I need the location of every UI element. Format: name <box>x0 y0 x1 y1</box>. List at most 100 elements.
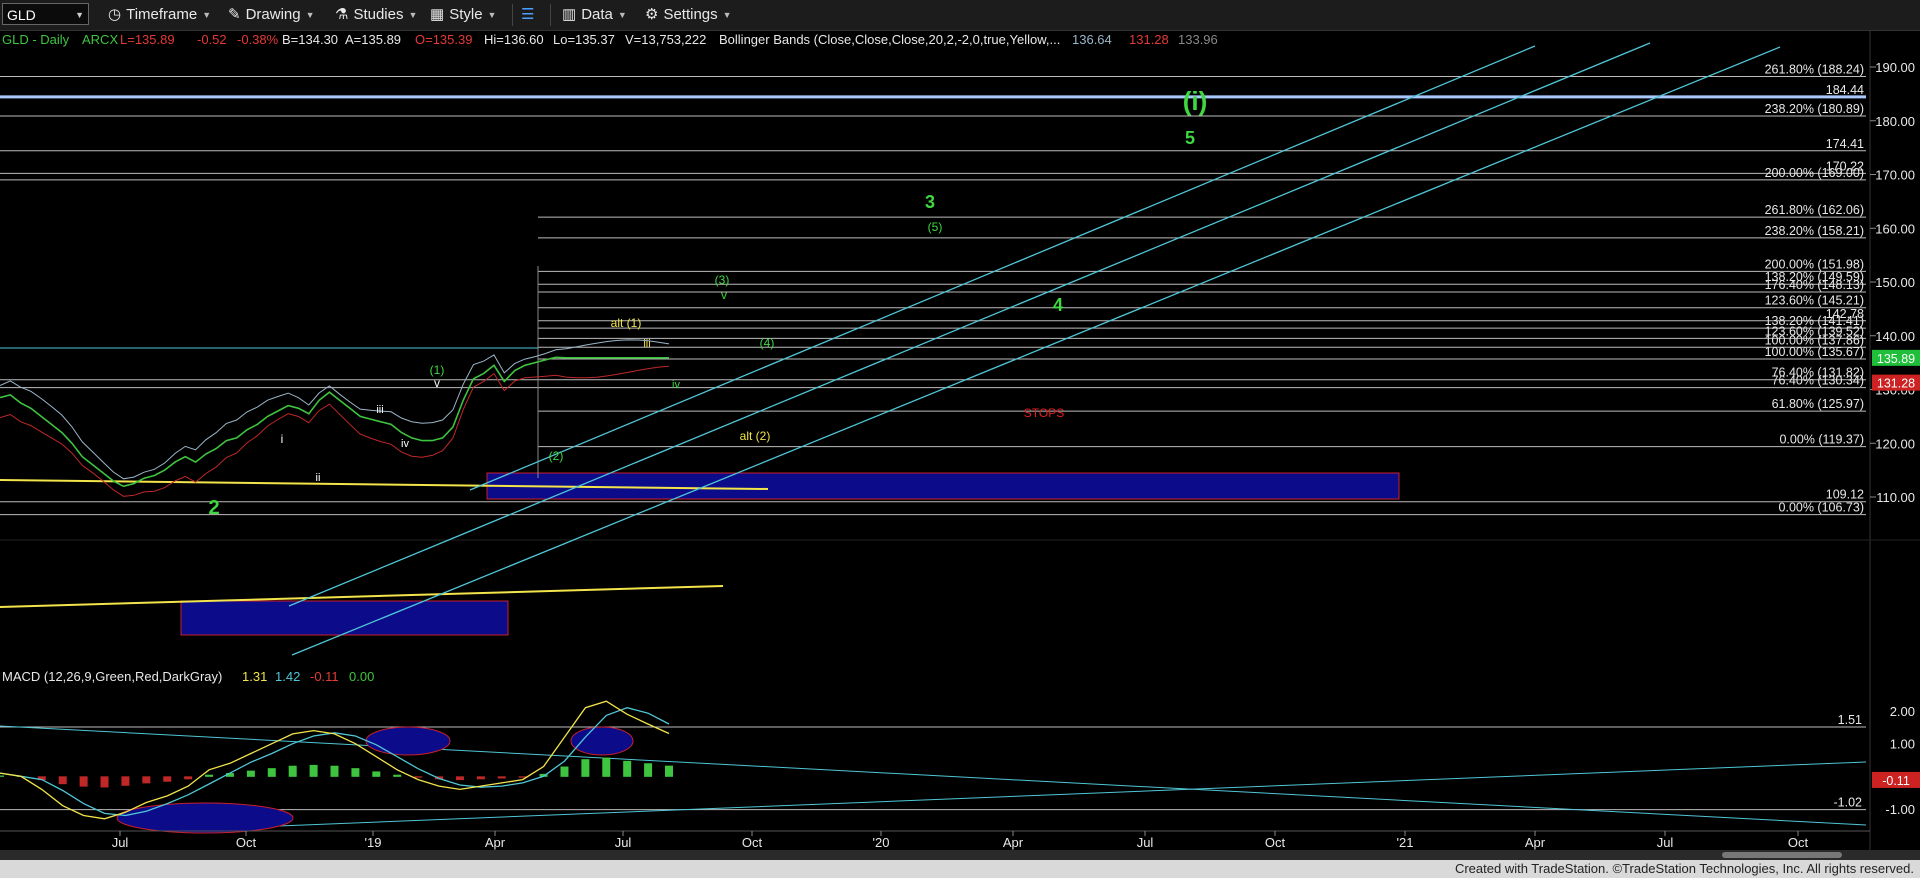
layout-icon: ☰ <box>521 6 535 23</box>
macd-histogram-bar <box>142 776 151 784</box>
macd-histogram-bar <box>351 768 360 777</box>
y-tick-label: 150.00 <box>1875 275 1915 290</box>
flask-icon: ⚗ <box>335 6 349 23</box>
macd-histogram-bar <box>372 771 381 777</box>
macd-histogram-bar <box>309 764 318 777</box>
macd-histogram-bar <box>205 774 214 777</box>
macd-header: MACD (12,26,9,Green,Red,DarkGray) 1.31 1… <box>2 669 374 684</box>
x-tick-label: Jul <box>1657 835 1674 850</box>
bb-mid: 133.96 <box>1178 32 1218 47</box>
wave-label: 4 <box>1053 295 1063 315</box>
x-tick-label: '20 <box>873 835 890 850</box>
exchange: ARCX <box>82 32 118 47</box>
macd-histogram-bar <box>497 776 506 779</box>
layout-button[interactable]: ☰ <box>521 4 534 26</box>
chevron-down-icon: ▼ <box>408 10 418 20</box>
y-tick-label: 110.00 <box>1876 490 1915 505</box>
wave-label: ii <box>316 472 321 484</box>
fib-label: 200.00% (169.00) <box>1765 166 1864 180</box>
data-button[interactable]: ▥ Data ▼ <box>562 4 627 26</box>
macd-histogram-bar <box>560 766 569 777</box>
style-button[interactable]: ▦ Style ▼ <box>430 4 496 26</box>
wave-label: iv <box>401 438 409 450</box>
macd-y-label: 2.00 <box>1890 704 1915 719</box>
x-tick-label: '21 <box>1397 835 1414 850</box>
diff-value: -0.11 <box>310 669 339 684</box>
y-tick-label: 170.00 <box>1875 168 1915 183</box>
wave-label: v <box>721 288 727 302</box>
wave-label: 5 <box>1185 128 1195 148</box>
low: Lo=135.37 <box>553 32 615 47</box>
y-tick-label: 140.00 <box>1875 329 1915 344</box>
pencil-icon: ✎ <box>228 6 241 23</box>
x-tick-label: Apr <box>1003 835 1024 850</box>
studies-button[interactable]: ⚗ Studies ▼ <box>335 4 417 26</box>
symbol-text: GLD <box>7 7 36 23</box>
clock-icon: ◷ <box>108 6 122 23</box>
wave-label: iii <box>376 404 383 416</box>
price-tag-label: 131.28 <box>1877 377 1915 391</box>
settings-button[interactable]: ⚙ Settings ▼ <box>645 4 732 26</box>
x-tick-label: Oct <box>1265 835 1286 850</box>
y-tick-label: 160.00 <box>1875 221 1915 236</box>
fib-label: 0.00% (106.73) <box>1779 501 1864 515</box>
footer-credit: Created with TradeStation. ©TradeStation… <box>1454 861 1914 876</box>
macd-ellipse <box>570 726 634 756</box>
fib-label: 100.00% (135.67) <box>1765 345 1864 359</box>
studies-label: Studies <box>353 6 404 23</box>
wave-label: alt (2) <box>740 429 771 443</box>
open: O=135.39 <box>415 32 472 47</box>
pct-change: -0.38% <box>237 32 279 47</box>
y-tick-label: 180.00 <box>1875 114 1915 129</box>
macd-level-label: 1.51 <box>1838 713 1862 727</box>
chevron-down-icon: ▼ <box>617 10 627 20</box>
macd-histogram-bar <box>121 776 130 786</box>
drawing-button[interactable]: ✎ Drawing ▼ <box>228 4 315 26</box>
scroll-thumb[interactable] <box>1722 852 1842 858</box>
symbol-input[interactable]: GLD ▼ <box>2 3 89 25</box>
wave-label: (i) <box>1183 86 1208 116</box>
price-chart[interactable]: GLD - Daily ARCX L=135.89 -0.52 -0.38% B… <box>0 31 1920 850</box>
x-tick-label: Jul <box>615 835 632 850</box>
macd-y-label: 1.00 <box>1890 737 1915 752</box>
wave-label: (1) <box>430 363 445 377</box>
macd-histogram-bar <box>393 774 402 777</box>
zero-value: 0.00 <box>349 669 374 684</box>
wave-2-box <box>180 600 509 636</box>
macd-histogram-bar <box>288 765 297 777</box>
macd-y-label: -1.00 <box>1885 802 1915 817</box>
signal-value: 1.42 <box>275 669 300 684</box>
fib-label: 261.80% (162.06) <box>1765 203 1864 217</box>
bid: B=134.30 <box>282 32 338 47</box>
net-change: -0.52 <box>197 32 227 47</box>
macd-histogram-bar <box>455 776 464 781</box>
macd-histogram-bar <box>602 757 611 777</box>
toolbar-divider <box>550 4 551 26</box>
style-icon: ▦ <box>430 6 445 23</box>
fib-label: 176.40% (148.13) <box>1765 278 1864 292</box>
x-tick-label: Jul <box>112 835 129 850</box>
symbol-dropdown-icon[interactable]: ▼ <box>75 4 84 26</box>
macd-histogram-bar <box>644 763 653 777</box>
macd-histogram-bar <box>414 776 423 778</box>
wave-label: (4) <box>760 336 775 350</box>
chevron-down-icon: ▼ <box>722 10 732 20</box>
wave-label: alt (1) <box>611 316 642 330</box>
y-tick-label: 190.00 <box>1875 60 1915 75</box>
price-axis: 190.00180.00170.00160.00150.00140.00130.… <box>1870 60 1915 505</box>
wave-label: i <box>281 432 284 446</box>
macd-ellipse <box>365 726 451 756</box>
horizontal-scrollbar[interactable] <box>0 850 1920 860</box>
x-tick-label: Jul <box>1137 835 1154 850</box>
ask: A=135.89 <box>345 32 401 47</box>
macd-histogram-bar <box>184 776 193 780</box>
fib-label: 123.60% (145.21) <box>1765 294 1864 308</box>
x-tick-label: Apr <box>485 835 506 850</box>
macd-histogram-bar <box>58 776 67 785</box>
macd-histogram-bar <box>100 776 109 788</box>
macd-histogram-bar <box>163 776 172 782</box>
macd-histogram-bar <box>246 770 255 777</box>
timeframe-button[interactable]: ◷ Timeframe ▼ <box>108 4 211 26</box>
macd-histogram-bar <box>79 776 88 787</box>
x-tick-label: Oct <box>1788 835 1809 850</box>
